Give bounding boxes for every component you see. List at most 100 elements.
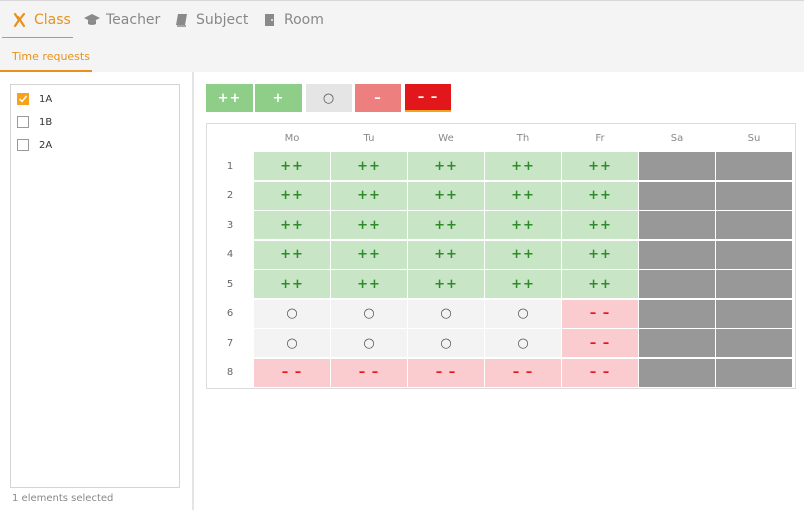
grid-cell[interactable]: – –: [408, 358, 484, 387]
grid-cell[interactable]: – –: [485, 358, 561, 387]
period-label-6[interactable]: 6: [207, 300, 253, 328]
grid-cell-unavailable: [716, 358, 792, 387]
grid-cell[interactable]: ○: [331, 299, 407, 328]
grid-cell-unavailable: [716, 299, 792, 328]
list-item-2a[interactable]: 2A: [17, 136, 52, 154]
grid-cell[interactable]: ++: [562, 152, 638, 180]
grid-cell[interactable]: ++: [485, 240, 561, 269]
grid-cell[interactable]: ++: [331, 270, 407, 298]
tab-room-label: Room: [284, 11, 324, 28]
grid-cell[interactable]: ++: [485, 270, 561, 298]
grid-cell[interactable]: ++: [562, 240, 638, 269]
tab-subject[interactable]: Subject: [174, 1, 248, 38]
period-label-8[interactable]: 8: [207, 359, 253, 387]
grid-cell[interactable]: ++: [408, 211, 484, 239]
list-item-label: 1B: [39, 116, 53, 128]
grid-cell[interactable]: ○: [254, 329, 330, 357]
grid-cell-unavailable: [716, 240, 792, 269]
class-list: 1A 1B 2A: [10, 84, 180, 488]
grid-cell[interactable]: ++: [562, 270, 638, 298]
grid-cell[interactable]: – –: [562, 358, 638, 387]
checkbox-checked[interactable]: [17, 93, 29, 105]
grid-cell[interactable]: ++: [485, 181, 561, 210]
grid-cell-unavailable: [716, 211, 792, 239]
grid-cell[interactable]: – –: [562, 329, 638, 357]
grid-cell[interactable]: ++: [562, 211, 638, 239]
grid-cell-unavailable: [639, 181, 715, 210]
list-item-label: 1A: [39, 93, 53, 105]
sub-nav: Time requests: [0, 38, 804, 72]
day-header-th[interactable]: Th: [485, 124, 561, 152]
legend-symbol: ○: [322, 90, 336, 106]
grid-cell[interactable]: ++: [408, 240, 484, 269]
main-nav: Class Teacher Subject Room: [0, 1, 804, 39]
grid-cell-unavailable: [716, 152, 792, 180]
grid-cell[interactable]: ++: [254, 240, 330, 269]
checkbox[interactable]: [17, 139, 29, 151]
grid-cell-unavailable: [639, 240, 715, 269]
legend-strongly-avoided-button[interactable]: – –: [405, 84, 451, 112]
tab-class[interactable]: Class: [12, 1, 71, 38]
period-label-2[interactable]: 2: [207, 182, 253, 210]
legend-strongly-preferred-button[interactable]: ++: [206, 84, 253, 112]
grid-cell[interactable]: ○: [485, 329, 561, 357]
door-icon: [262, 12, 278, 28]
grid-cell[interactable]: ○: [408, 299, 484, 328]
period-label-3[interactable]: 3: [207, 211, 253, 239]
period-label-5[interactable]: 5: [207, 270, 253, 298]
legend-avoided-button[interactable]: –: [355, 84, 401, 112]
grid-cell-unavailable: [716, 329, 792, 357]
grid-cell[interactable]: ++: [254, 270, 330, 298]
legend-symbol: –: [374, 90, 382, 106]
list-item-1a[interactable]: 1A: [17, 90, 52, 108]
grid-cell[interactable]: ++: [331, 152, 407, 180]
legend-preferred-button[interactable]: +: [255, 84, 302, 112]
period-label-7[interactable]: 7: [207, 329, 253, 357]
grid-cell-unavailable: [639, 270, 715, 298]
day-header-mo[interactable]: Mo: [254, 124, 330, 152]
period-label-1[interactable]: 1: [207, 152, 253, 180]
grid-cell-unavailable: [639, 329, 715, 357]
day-header-tu[interactable]: Tu: [331, 124, 407, 152]
list-item-1b[interactable]: 1B: [17, 113, 52, 131]
book-icon: [174, 12, 190, 28]
tab-time-requests[interactable]: Time requests: [12, 50, 90, 63]
checkbox[interactable]: [17, 116, 29, 128]
tab-room[interactable]: Room: [262, 1, 324, 38]
grid-cell[interactable]: – –: [254, 358, 330, 387]
check-icon: [19, 95, 28, 103]
tab-subject-label: Subject: [196, 11, 249, 28]
grid-cell-unavailable: [639, 299, 715, 328]
grid-cell-unavailable: [716, 270, 792, 298]
day-header-fr[interactable]: Fr: [562, 124, 638, 152]
tab-teacher[interactable]: Teacher: [84, 1, 160, 38]
period-label-4[interactable]: 4: [207, 241, 253, 269]
grid-cell[interactable]: ++: [408, 270, 484, 298]
day-header-sa[interactable]: Sa: [639, 124, 715, 152]
grid-cell[interactable]: ++: [254, 152, 330, 180]
grid-cell[interactable]: ++: [254, 181, 330, 210]
day-header-su[interactable]: Su: [716, 124, 792, 152]
legend-symbol: +: [272, 90, 285, 106]
grid-cell[interactable]: ++: [408, 152, 484, 180]
grid-cell[interactable]: ++: [485, 152, 561, 180]
grid-cell[interactable]: ++: [331, 211, 407, 239]
grid-cell[interactable]: ++: [408, 181, 484, 210]
grid-cell[interactable]: ++: [331, 181, 407, 210]
graduation-cap-icon: [84, 12, 100, 28]
grid-cell[interactable]: – –: [331, 358, 407, 387]
grid-cell[interactable]: ○: [331, 329, 407, 357]
grid-cell-unavailable: [639, 152, 715, 180]
selection-status: 1 elements selected: [12, 493, 114, 504]
grid-cell[interactable]: ○: [485, 299, 561, 328]
grid-cell[interactable]: ++: [485, 211, 561, 239]
grid-cell[interactable]: – –: [562, 299, 638, 328]
grid-cell[interactable]: ++: [331, 240, 407, 269]
grid-cell[interactable]: ++: [254, 211, 330, 239]
grid-cell[interactable]: ++: [562, 181, 638, 210]
day-header-we[interactable]: We: [408, 124, 484, 152]
grid-cell[interactable]: ○: [254, 299, 330, 328]
grid-cell[interactable]: ○: [408, 329, 484, 357]
tab-class-label: Class: [34, 11, 71, 28]
legend-neutral-button[interactable]: ○: [306, 84, 352, 112]
